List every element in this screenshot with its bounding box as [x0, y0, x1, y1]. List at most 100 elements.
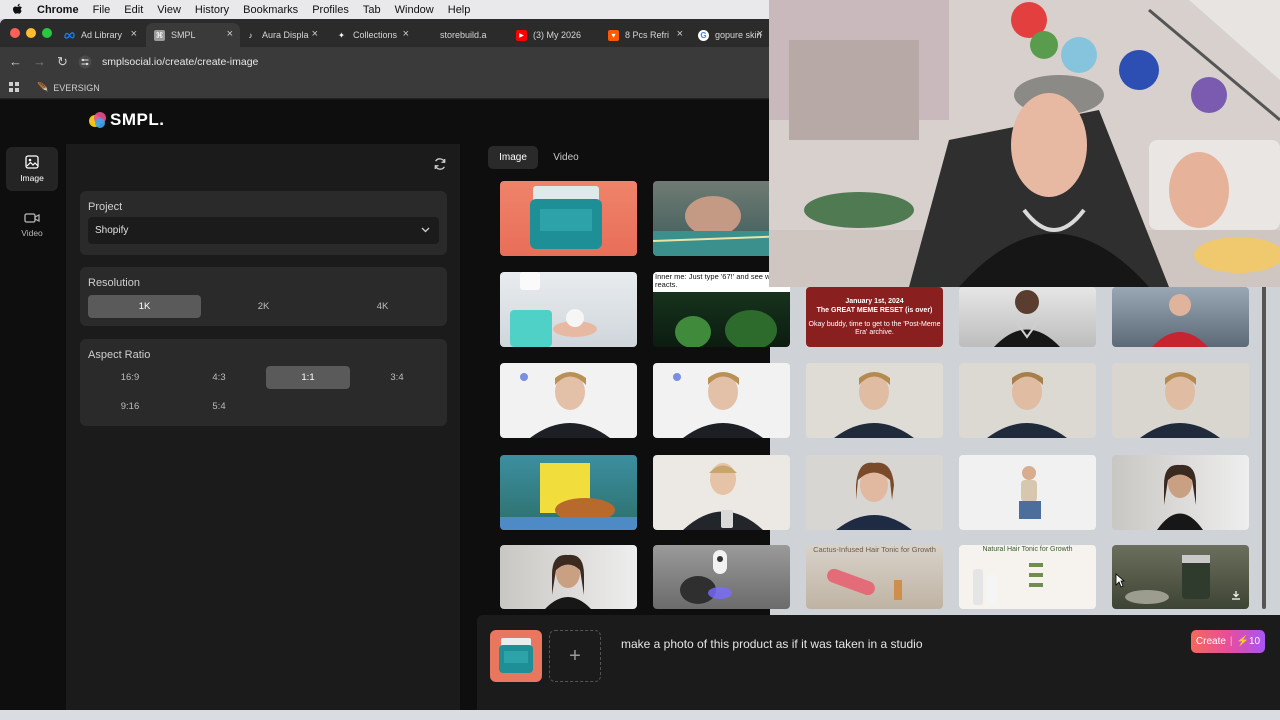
gallery-item[interactable] — [806, 363, 943, 438]
capcut-icon: ✦ — [338, 30, 345, 40]
gallery-item[interactable] — [500, 455, 637, 530]
tab-storebuild[interactable]: storebuild.a — [420, 23, 508, 47]
gallery-item[interactable] — [959, 455, 1096, 530]
gallery-item[interactable]: Cactus-Infused Hair Tonic for Growth — [806, 545, 943, 609]
tab-google[interactable]: G gopure skin × — [690, 23, 770, 47]
close-tab-icon[interactable]: × — [131, 28, 137, 40]
settings-panel: Project Shopify Resolution 1K 2K 4K Aspe… — [66, 144, 460, 710]
gallery-item[interactable] — [959, 287, 1096, 347]
temu-icon: ▾ — [608, 29, 619, 41]
gallery-scrollbar[interactable] — [1262, 284, 1266, 609]
menu-app-name[interactable]: Chrome — [37, 4, 79, 16]
tab-label: Aura Displa — [262, 30, 309, 40]
gallery-item[interactable] — [500, 272, 637, 347]
desktop-background — [0, 710, 1280, 720]
gallery-item[interactable] — [500, 181, 637, 256]
address-bar[interactable]: smplsocial.io/create/create-image — [78, 51, 764, 73]
refresh-icon[interactable] — [433, 157, 447, 176]
add-reference-button[interactable]: + — [549, 630, 601, 682]
resolution-option-2k[interactable]: 2K — [207, 295, 320, 318]
tab-ad-library[interactable]: Ad Library × — [56, 23, 144, 47]
menu-edit[interactable]: Edit — [124, 4, 143, 16]
aspect-option-16-9[interactable]: 16:9 — [88, 366, 172, 389]
apple-icon[interactable] — [12, 3, 24, 16]
prompt-input[interactable]: make a photo of this product as if it wa… — [621, 637, 923, 651]
tab-aura-display[interactable]: ♪ Aura Displa × — [237, 23, 325, 47]
site-settings-icon[interactable] — [78, 55, 92, 69]
menu-view[interactable]: View — [157, 4, 181, 16]
project-title: Project — [88, 201, 123, 213]
product-jar-image — [530, 186, 602, 249]
gallery-item[interactable] — [959, 363, 1096, 438]
girl-portrait-image — [836, 462, 912, 530]
reload-icon[interactable]: ↻ — [57, 54, 68, 70]
aspect-option-3-4[interactable]: 3:4 — [355, 366, 439, 389]
menu-profiles[interactable]: Profiles — [312, 4, 349, 16]
menu-help[interactable]: Help — [448, 4, 471, 16]
webcam-feed-image — [769, 0, 1280, 287]
gallery-item[interactable] — [500, 363, 637, 438]
herbal-jar-image — [1125, 555, 1210, 604]
apps-grid-icon[interactable] — [9, 81, 19, 94]
resolution-option-1k[interactable]: 1K — [88, 295, 201, 318]
soap-dispenser-image — [510, 272, 597, 347]
forward-arrow-icon[interactable]: → — [33, 54, 46, 69]
gallery-item[interactable] — [653, 363, 790, 438]
aspect-ratio-title: Aspect Ratio — [88, 349, 151, 361]
menu-window[interactable]: Window — [395, 4, 434, 16]
gallery-item[interactable] — [1112, 287, 1249, 347]
back-arrow-icon[interactable]: ← — [9, 54, 22, 69]
boy-hoodie-phone-image — [683, 463, 763, 530]
tab-collections[interactable]: ✦ Collections × — [328, 23, 416, 47]
aspect-option-4-3[interactable]: 4:3 — [177, 366, 261, 389]
zoom-window-button[interactable] — [42, 28, 52, 38]
close-tab-icon[interactable]: × — [757, 28, 763, 40]
gallery-item[interactable] — [1112, 545, 1249, 609]
resolution-option-4k[interactable]: 4K — [326, 295, 439, 318]
close-window-button[interactable] — [10, 28, 20, 38]
nav-video[interactable]: Video — [6, 203, 58, 247]
reference-image-thumbnail[interactable] — [490, 630, 542, 682]
tab-smpl[interactable]: ⌘ SMPL × — [146, 23, 240, 47]
tab-image[interactable]: Image — [488, 146, 538, 169]
project-select[interactable]: Shopify — [88, 217, 439, 244]
tab-label: Ad Library — [81, 30, 123, 40]
tab-youtube[interactable]: ▶ (3) My 2026 — [508, 23, 598, 47]
gallery-item[interactable] — [1112, 363, 1249, 438]
menu-bookmarks[interactable]: Bookmarks — [243, 4, 298, 16]
nav-image[interactable]: Image — [6, 147, 58, 191]
tab-label: (3) My 2026 — [533, 30, 582, 40]
menu-tab[interactable]: Tab — [363, 4, 381, 16]
tab-strip: Ad Library × ⌘ SMPL × ♪ Aura Displa × ✦ … — [0, 19, 770, 47]
create-button[interactable]: Create | ⚡ 10 — [1191, 630, 1265, 653]
hair-brush-image — [827, 568, 902, 600]
browser-toolbar: ← → ↻ smplsocial.io/create/create-image — [0, 47, 770, 77]
smpl-logo[interactable]: SMPL. — [88, 110, 164, 130]
menu-file[interactable]: File — [93, 4, 111, 16]
nav-video-label: Video — [21, 228, 43, 238]
meme-date: January 1st, 2024 — [845, 298, 904, 305]
bookmark-eversign[interactable]: EVERSIGN — [53, 83, 100, 93]
aspect-option-1-1[interactable]: 1:1 — [266, 366, 350, 389]
tab-video[interactable]: Video — [543, 146, 589, 169]
bookmarks-bar: 🪶 EVERSIGN — [0, 77, 770, 99]
download-icon[interactable] — [1231, 587, 1241, 605]
close-tab-icon[interactable]: × — [227, 28, 233, 40]
close-tab-icon[interactable]: × — [312, 28, 318, 40]
aspect-option-9-16[interactable]: 9:16 — [88, 395, 172, 418]
aspect-option-5-4[interactable]: 5:4 — [177, 395, 261, 418]
menu-history[interactable]: History — [195, 4, 229, 16]
meme-reset-title: The GREAT MEME RESET (is over) — [816, 307, 933, 314]
minimize-window-button[interactable] — [26, 28, 36, 38]
gallery-item[interactable] — [500, 545, 637, 609]
gallery-item[interactable]: Natural Hair Tonic for Growth — [959, 545, 1096, 609]
close-tab-icon[interactable]: × — [403, 28, 409, 40]
tab-temu[interactable]: ▾ 8 Pcs Refri × — [600, 23, 690, 47]
gallery-item[interactable] — [653, 545, 790, 609]
gallery-item[interactable] — [806, 455, 943, 530]
gallery-item[interactable] — [1112, 455, 1249, 530]
gallery-item[interactable] — [653, 455, 790, 530]
close-tab-icon[interactable]: × — [677, 28, 683, 40]
tab-label: gopure skin — [715, 30, 762, 40]
gallery-item[interactable]: January 1st, 2024 The GREAT MEME RESET (… — [806, 287, 943, 347]
